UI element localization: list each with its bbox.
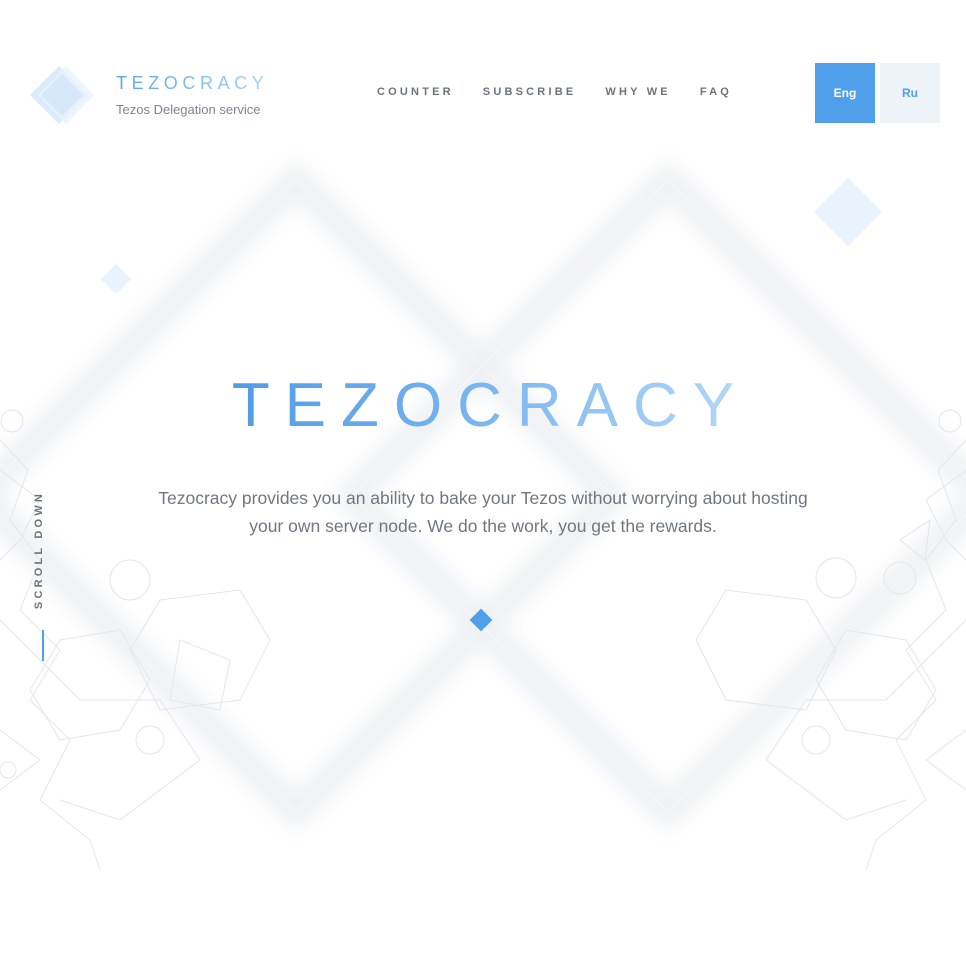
scroll-down-link[interactable]: SCROLL DOWN	[33, 485, 53, 615]
hero-title: TEZOCRACY	[0, 370, 966, 441]
scroll-down-label: SCROLL DOWN	[33, 490, 45, 610]
hero-title-text: TEZOCRACY	[217, 371, 749, 440]
nav-item-subscribe[interactable]: SUBSCRIBE	[483, 86, 577, 98]
language-eng-button[interactable]: Eng	[815, 63, 875, 123]
scroll-indicator-line	[42, 630, 44, 661]
diamond-logo-icon	[30, 66, 94, 124]
nav-item-faq[interactable]: FAQ	[700, 86, 732, 98]
landing-page: TEZOCRACY Tezos Delegation service COUNT…	[0, 0, 966, 966]
nav-item-why-we[interactable]: WHY WE	[605, 86, 670, 98]
nav-item-counter[interactable]: COUNTER	[377, 86, 454, 98]
small-diamond-left	[101, 264, 131, 294]
small-diamond-right	[814, 178, 882, 246]
hero-description: Tezocracy provides you an ability to bak…	[158, 488, 808, 536]
logo-title: TEZOCRACY	[116, 73, 269, 93]
main-nav: COUNTER SUBSCRIBE WHY WE FAQ	[377, 86, 732, 98]
diamond-icon	[469, 608, 493, 632]
logo[interactable]: TEZOCRACY Tezos Delegation service	[26, 64, 276, 124]
background-decoration	[0, 160, 966, 871]
logo-subtitle: Tezos Delegation service	[116, 102, 261, 117]
language-ru-button[interactable]: Ru	[880, 63, 940, 123]
